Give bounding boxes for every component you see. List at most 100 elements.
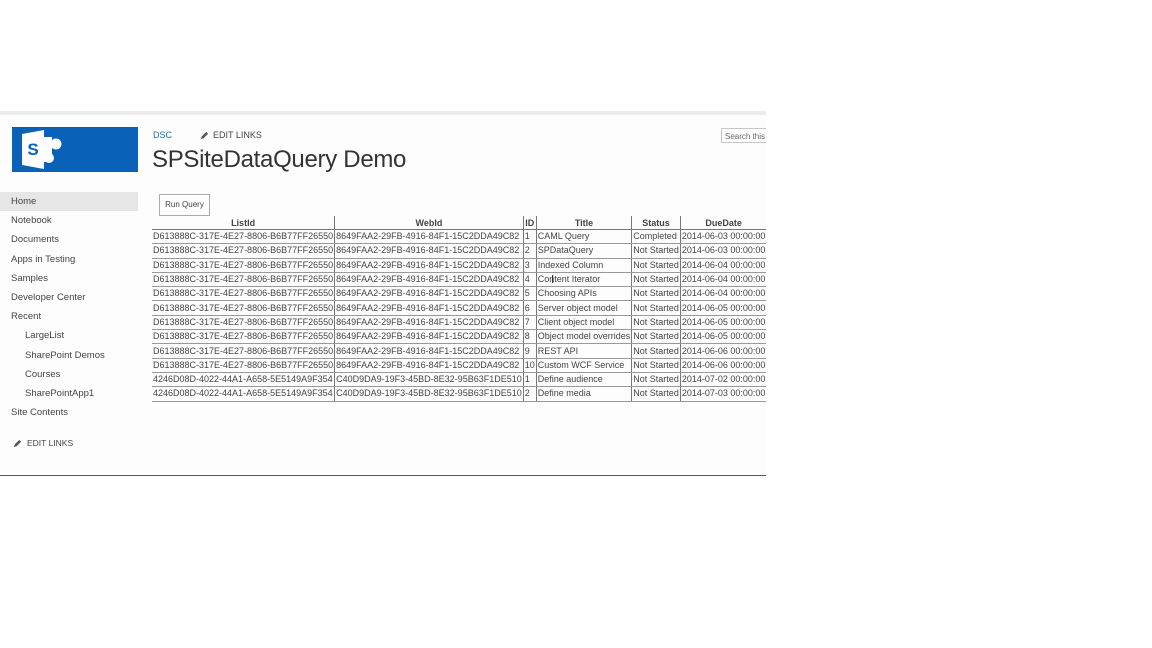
edit-links-top-label: EDIT LINKS [213, 130, 262, 140]
cell-webid: 8649FAA2-29FB-4916-84F1-15C2DDA49C82 [334, 315, 524, 331]
cell-listid: D613888C-317E-4E27-8806-B6B77FF26550 [152, 258, 336, 273]
cell-title: Define audience [536, 372, 633, 388]
table-row: D613888C-317E-4E27-8806-B6B77FF26550 8649… [152, 343, 766, 359]
cell-status: Not Started [631, 358, 681, 373]
column-header-duedate: DueDate [680, 216, 766, 230]
cell-id: 3 [523, 258, 537, 273]
table-row: D613888C-317E-4E27-8806-B6B77FF26550 8649… [152, 286, 766, 302]
nav-item-samples[interactable]: Samples [0, 269, 138, 288]
nav-item-largelist[interactable]: LargeList [0, 326, 138, 345]
cell-listid: D613888C-317E-4E27-8806-B6B77FF26550 [152, 315, 336, 331]
column-header-title: Title [536, 216, 633, 230]
cell-title: CAML Query [536, 229, 633, 245]
svg-text:S: S [27, 140, 38, 159]
cell-id: 8 [523, 329, 537, 345]
cell-id: 9 [523, 343, 537, 359]
table-row: D613888C-317E-4E27-8806-B6B77FF26550 8649… [152, 329, 766, 345]
cell-listid: D613888C-317E-4E27-8806-B6B77FF26550 [152, 329, 336, 345]
cell-listid: D613888C-317E-4E27-8806-B6B77FF26550 [152, 272, 336, 288]
cell-webid: C40D9DA9-19F3-45BD-8E32-95B63F1DE510 [334, 386, 524, 402]
column-header-id: ID [523, 216, 537, 230]
cell-status: Not Started [631, 343, 681, 359]
cell-status: Not Started [631, 258, 681, 273]
cell-duedate: 2014-07-02 00:00:00 [680, 372, 766, 388]
nav-item-recent[interactable]: Recent [0, 307, 138, 326]
nav-item-sharepoint-demos[interactable]: SharePoint Demos [0, 346, 138, 365]
cell-duedate: 2014-06-04 00:00:00 [680, 272, 766, 288]
cell-status: Not Started [631, 272, 681, 288]
table-header-row: ListId WebId ID Title Status DueDate [152, 216, 766, 230]
cell-title: Server object model [536, 300, 633, 316]
table-row: D613888C-317E-4E27-8806-B6B77FF26550 8649… [152, 272, 766, 288]
column-header-listid: ListId [152, 216, 336, 230]
cell-id: 1 [523, 372, 537, 388]
cell-webid: 8649FAA2-29FB-4916-84F1-15C2DDA49C82 [334, 343, 524, 359]
cell-duedate: 2014-06-05 00:00:00 [680, 329, 766, 345]
cell-title: REST API [536, 343, 633, 359]
cell-webid: 8649FAA2-29FB-4916-84F1-15C2DDA49C82 [334, 358, 524, 373]
cell-webid: 8649FAA2-29FB-4916-84F1-15C2DDA49C82 [334, 300, 524, 316]
nav-item-apps-in-testing[interactable]: Apps in Testing [0, 250, 138, 269]
cell-status: Not Started [631, 315, 681, 331]
cell-id: 10 [523, 358, 537, 373]
cell-title: Define media [536, 386, 633, 402]
cell-status: Not Started [631, 329, 681, 345]
search-input[interactable]: Search this [721, 128, 766, 143]
cell-title: SPDataQuery [536, 243, 633, 259]
cell-duedate: 2014-07-03 00:00:00 [680, 386, 766, 402]
cell-listid: D613888C-317E-4E27-8806-B6B77FF26550 [152, 229, 336, 245]
site-logo[interactable]: S [12, 127, 138, 172]
cell-listid: D613888C-317E-4E27-8806-B6B77FF26550 [152, 243, 336, 259]
cell-webid: 8649FAA2-29FB-4916-84F1-15C2DDA49C82 [334, 272, 524, 288]
cell-id: 7 [523, 315, 537, 331]
table-row: D613888C-317E-4E27-8806-B6B77FF26550 8649… [152, 243, 766, 259]
table-row: D613888C-317E-4E27-8806-B6B77FF26550 8649… [152, 258, 766, 273]
edit-links-top[interactable]: EDIT LINKS [200, 130, 262, 140]
cell-listid: 4246D08D-4022-44A1-A658-5E5149A9F354 [152, 372, 336, 388]
nav-item-home[interactable]: Home [0, 192, 138, 212]
cell-listid: D613888C-317E-4E27-8806-B6B77FF26550 [152, 343, 336, 359]
cell-duedate: 2014-06-03 00:00:00 [680, 229, 766, 245]
nav-item-site-contents[interactable]: Site Contents [0, 403, 138, 422]
cell-status: Not Started [631, 286, 681, 302]
nav-item-documents[interactable]: Documents [0, 230, 138, 249]
cell-status: Not Started [631, 243, 681, 259]
pencil-icon [200, 131, 209, 139]
cell-title: Object model overrides [536, 329, 633, 345]
cell-status: Not Started [631, 300, 681, 316]
column-header-webid: WebId [334, 216, 524, 230]
table-row: 4246D08D-4022-44A1-A658-5E5149A9F354 C40D… [152, 386, 766, 402]
column-header-status: Status [631, 216, 681, 230]
cell-duedate: 2014-06-04 00:00:00 [680, 258, 766, 273]
site-link-dsc[interactable]: DSC [153, 130, 172, 140]
nav-item-sharepointapp1[interactable]: SharePointApp1 [0, 384, 138, 403]
nav-item-notebook[interactable]: Notebook [0, 211, 138, 230]
cell-webid: 8649FAA2-29FB-4916-84F1-15C2DDA49C82 [334, 229, 524, 245]
cell-title: Custom WCF Service [536, 358, 633, 373]
table-row: D613888C-317E-4E27-8806-B6B77FF26550 8649… [152, 229, 766, 245]
cell-duedate: 2014-06-03 00:00:00 [680, 243, 766, 259]
edit-links-sidebar[interactable]: EDIT LINKS [13, 438, 73, 448]
nav-item-courses[interactable]: Courses [0, 365, 138, 384]
cell-status: Not Started [631, 372, 681, 388]
sharepoint-logo-icon: S [22, 130, 62, 169]
cell-title: Choosing APIs [536, 286, 633, 302]
nav-item-developer-center[interactable]: Developer Center [0, 288, 138, 307]
sharepoint-page: S DSC EDIT LINKS Search this SPSiteDataQ… [0, 111, 766, 476]
cell-id: 1 [523, 229, 537, 245]
cell-webid: 8649FAA2-29FB-4916-84F1-15C2DDA49C82 [334, 258, 524, 273]
text-cursor-icon: I [551, 273, 555, 286]
results-table: ListId WebId ID Title Status DueDate D61… [152, 216, 766, 402]
cell-duedate: 2014-06-04 00:00:00 [680, 286, 766, 302]
cell-title: Indexed Column [536, 258, 633, 273]
page-title: SPSiteDataQuery Demo [152, 146, 407, 173]
cell-id: 4 [523, 272, 537, 288]
table-row: 4246D08D-4022-44A1-A658-5E5149A9F354 C40D… [152, 372, 766, 388]
cell-duedate: 2014-06-06 00:00:00 [680, 343, 766, 359]
run-query-button[interactable]: Run Query [159, 194, 210, 216]
cell-id: 5 [523, 286, 537, 302]
table-row: D613888C-317E-4E27-8806-B6B77FF26550 8649… [152, 315, 766, 331]
cell-duedate: 2014-06-05 00:00:00 [680, 300, 766, 316]
cell-listid: D613888C-317E-4E27-8806-B6B77FF26550 [152, 300, 336, 316]
cell-webid: 8649FAA2-29FB-4916-84F1-15C2DDA49C82 [334, 243, 524, 259]
